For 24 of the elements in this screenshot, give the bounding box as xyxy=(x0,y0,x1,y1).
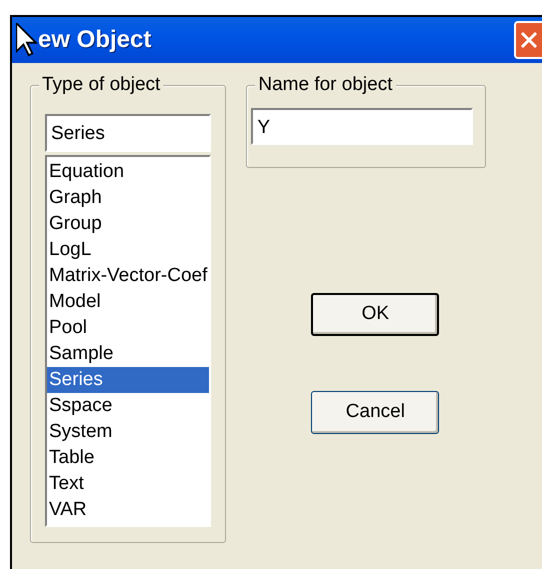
list-item[interactable]: Table xyxy=(47,445,210,471)
list-item[interactable]: Text xyxy=(47,471,210,497)
list-item[interactable]: LogL xyxy=(47,237,210,263)
cursor-icon xyxy=(16,23,38,57)
list-item[interactable]: Series xyxy=(47,367,210,393)
cancel-button[interactable]: Cancel xyxy=(311,391,440,434)
close-button[interactable] xyxy=(514,21,542,59)
list-item[interactable]: Pool xyxy=(47,315,210,341)
list-item[interactable]: Matrix-Vector-Coef xyxy=(47,263,210,289)
group-label: Type of object xyxy=(39,74,164,96)
name-field[interactable]: Y xyxy=(251,108,474,145)
list-item[interactable]: Sspace xyxy=(47,393,210,419)
list-item[interactable]: Sample xyxy=(47,341,210,367)
ok-button[interactable]: OK xyxy=(311,293,440,336)
list-item[interactable]: System xyxy=(47,419,210,445)
type-field[interactable]: Series xyxy=(45,114,212,152)
list-item[interactable]: Graph xyxy=(47,185,210,211)
list-item[interactable]: Equation xyxy=(47,159,210,185)
list-item[interactable]: Group xyxy=(47,211,210,237)
window-title: ew Object xyxy=(38,25,152,55)
group-label: Name for object xyxy=(255,74,396,96)
list-item[interactable]: VAR xyxy=(47,497,210,523)
close-icon xyxy=(519,30,539,50)
list-item[interactable]: Model xyxy=(47,289,210,315)
